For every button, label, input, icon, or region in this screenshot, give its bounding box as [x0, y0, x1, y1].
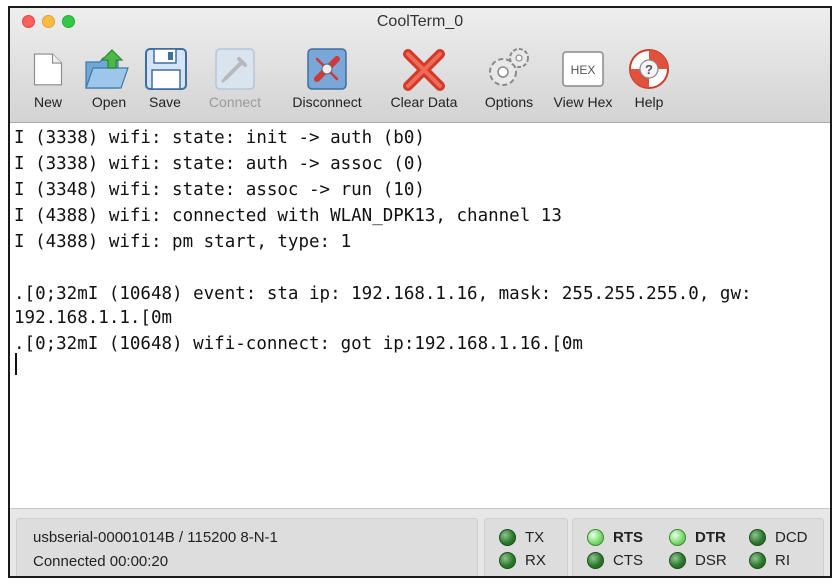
status-bar: usbserial-00001014B / 115200 8-N-1 Conne…	[10, 508, 830, 576]
terminal-line: I (4388) wifi: pm start, type: 1	[14, 232, 352, 252]
clear-data-button[interactable]: Clear Data	[380, 42, 468, 118]
connection-status-text: Connected 00:00:20	[33, 553, 169, 570]
hex-icon: HEX	[562, 51, 604, 87]
terminal-line: I (3338) wifi: state: auth -> assoc (0)	[14, 154, 425, 174]
options-button[interactable]: Options	[474, 42, 544, 118]
terminal-line: I (4388) wifi: connected with WLAN_DPK13…	[14, 206, 562, 226]
toolbar: New Open Save Connect Disconnect Clear D…	[10, 42, 830, 118]
open-folder-icon	[85, 49, 129, 89]
rts-led[interactable]	[587, 529, 604, 546]
red-x-icon	[403, 49, 445, 91]
terminal-line: .[0;32mI (10648) event: sta ip: 192.168.…	[14, 284, 752, 304]
floppy-disk-icon	[145, 48, 187, 90]
new-button[interactable]: New	[24, 42, 72, 118]
tx-led	[499, 529, 516, 546]
coolterm-window: CoolTerm_0 New Open Save Connect Disconn…	[8, 6, 832, 578]
rts-label: RTS	[613, 529, 643, 546]
lifebuoy-icon: ?	[629, 49, 669, 89]
tx-rx-panel: TX RX	[484, 518, 568, 576]
dcd-label: DCD	[775, 529, 808, 546]
text-cursor	[15, 353, 17, 375]
connect-button[interactable]: Connect	[198, 42, 272, 118]
help-button[interactable]: ? Help	[626, 42, 672, 118]
terminal-line: I (3348) wifi: state: assoc -> run (10)	[14, 180, 425, 200]
help-label: Help	[634, 94, 664, 110]
title-bar[interactable]: CoolTerm_0	[10, 8, 830, 36]
window-title: CoolTerm_0	[376, 13, 464, 30]
terminal-line: 192.168.1.1.[0m	[14, 308, 173, 328]
terminal-line: I (3338) wifi: state: init -> auth (b0)	[14, 128, 425, 148]
save-button[interactable]: Save	[142, 42, 188, 118]
save-label: Save	[149, 94, 181, 110]
dcd-led	[749, 529, 766, 546]
line-status-panel: RTS CTS DTR DSR DCD RI	[572, 518, 824, 576]
connection-info-panel: usbserial-00001014B / 115200 8-N-1 Conne…	[16, 518, 478, 576]
disconnect-button[interactable]: Disconnect	[280, 42, 374, 118]
cts-label: CTS	[613, 552, 643, 569]
open-label: Open	[91, 94, 127, 110]
hex-badge-text: HEX	[571, 63, 596, 77]
gears-icon	[489, 48, 529, 86]
open-button[interactable]: Open	[82, 42, 136, 118]
rx-led	[499, 552, 516, 569]
view-hex-label: View Hex	[553, 94, 613, 110]
ri-label: RI	[775, 552, 790, 569]
new-label: New	[33, 94, 62, 110]
terminal-output[interactable]: I (3338) wifi: state: init -> auth (b0) …	[10, 123, 830, 508]
view-hex-button[interactable]: HEX View Hex	[548, 42, 618, 118]
dtr-label: DTR	[695, 529, 726, 546]
dsr-label: DSR	[695, 552, 727, 569]
tx-label: TX	[525, 529, 545, 546]
new-document-icon	[33, 53, 63, 86]
port-settings-text: usbserial-00001014B / 115200 8-N-1	[33, 529, 278, 546]
connect-plug-icon	[215, 48, 255, 90]
dsr-led	[669, 552, 686, 569]
options-label: Options	[484, 94, 534, 110]
cts-led	[587, 552, 604, 569]
disconnect-label: Disconnect	[292, 94, 362, 110]
window-chrome: CoolTerm_0 New Open Save Connect Disconn…	[10, 8, 830, 123]
ri-led	[749, 552, 766, 569]
dtr-led[interactable]	[669, 529, 686, 546]
rx-label: RX	[525, 552, 546, 569]
clear-data-label: Clear Data	[390, 94, 458, 110]
terminal-line: .[0;32mI (10648) wifi-connect: got ip:19…	[14, 334, 583, 354]
disconnect-plug-icon	[307, 48, 347, 90]
svg-text:?: ?	[645, 62, 653, 77]
connect-label: Connect	[208, 94, 262, 110]
